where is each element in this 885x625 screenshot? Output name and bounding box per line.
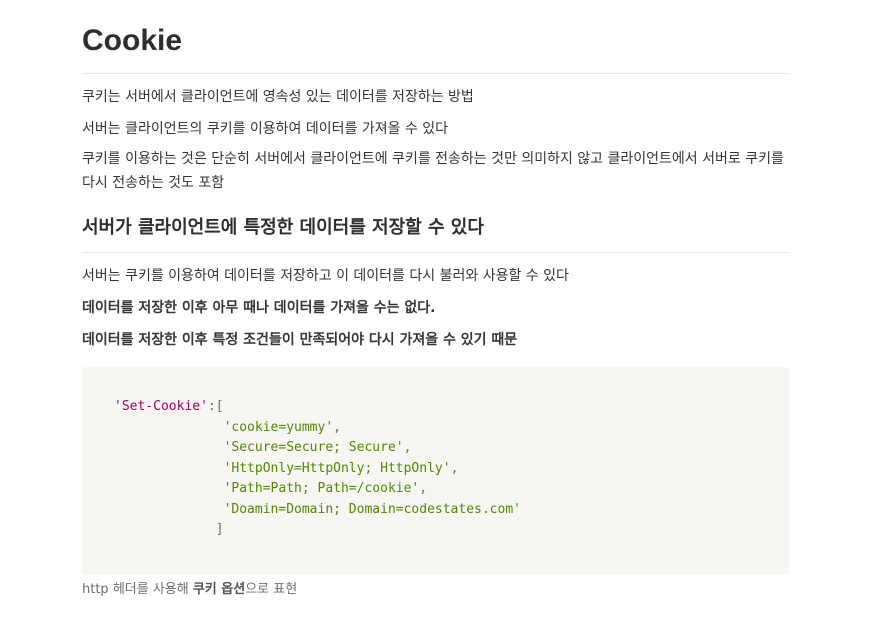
caption-prefix: http 헤더를 사용해 bbox=[82, 582, 193, 597]
code-caption: http 헤더를 사용해 쿠키 옵션으로 표현 bbox=[82, 580, 789, 600]
code-line: 'Doamin=Domain; Domain=codestates.com' bbox=[114, 500, 789, 521]
code-block: 'Set-Cookie':[ 'cookie=yummy', 'Secure=S… bbox=[82, 367, 789, 575]
code-open-bracket: :[ bbox=[207, 399, 224, 414]
code-string: 'Secure=Secure; Secure' bbox=[223, 440, 404, 455]
section-bold-note-2: 데이터를 저장한 이후 특정 조건들이 만족되어야 다시 가져올 수 있기 때문 bbox=[82, 332, 518, 348]
code-comma: , bbox=[419, 481, 428, 496]
intro-paragraph-2: 서버는 클라이언트의 쿠키를 이용하여 데이터를 가져올 수 있다 bbox=[82, 121, 449, 137]
code-line: 'HttpOnly=HttpOnly; HttpOnly', bbox=[114, 459, 789, 480]
intro-paragraph-3: 쿠키를 이용하는 것은 단순히 서버에서 클라이언트에 쿠키를 전송하는 것만 … bbox=[82, 151, 784, 191]
document-page: Cookie 쿠키는 서버에서 클라이언트에 영속성 있는 데이터를 저장하는 … bbox=[82, 0, 789, 600]
code-close-bracket: ] bbox=[215, 522, 224, 537]
code-comma: , bbox=[450, 460, 459, 476]
code-line: 'cookie=yummy', bbox=[114, 418, 789, 439]
code-line: 'Secure=Secure; Secure', bbox=[114, 438, 789, 459]
code-line: 'Path=Path; Path=/cookie', bbox=[114, 479, 789, 500]
intro-paragraph-1: 쿠키는 서버에서 클라이언트에 영속성 있는 데이터를 저장하는 방법 bbox=[82, 89, 474, 105]
code-line-header: 'Set-Cookie':[ bbox=[114, 397, 789, 418]
section-heading: 서버가 클라이언트에 특정한 데이터를 저장할 수 있다 bbox=[82, 217, 484, 238]
code-string: 'cookie=yummy' bbox=[223, 419, 334, 435]
caption-suffix: 으로 표현 bbox=[245, 582, 298, 597]
section-divider bbox=[82, 252, 789, 253]
section-bold-note-1: 데이터를 저장한 이후 아무 때나 데이터를 가져올 수는 없다. bbox=[82, 300, 436, 316]
section-paragraph: 서버는 쿠키를 이용하여 데이터를 저장하고 이 데이터를 다시 불러와 사용할… bbox=[82, 268, 569, 284]
title-divider bbox=[82, 73, 789, 74]
page-title: Cookie bbox=[82, 24, 183, 57]
code-string: 'HttpOnly=HttpOnly; HttpOnly' bbox=[223, 460, 451, 476]
code-string: 'Doamin=Domain; Domain=codestates.com' bbox=[223, 501, 521, 517]
code-key: 'Set-Cookie' bbox=[114, 399, 208, 414]
caption-emphasis: 쿠키 옵션 bbox=[192, 582, 246, 597]
code-comma: , bbox=[333, 419, 341, 435]
code-string: 'Path=Path; Path=/cookie' bbox=[223, 481, 420, 496]
code-line-footer: ] bbox=[114, 520, 789, 541]
code-comma: , bbox=[403, 440, 412, 455]
